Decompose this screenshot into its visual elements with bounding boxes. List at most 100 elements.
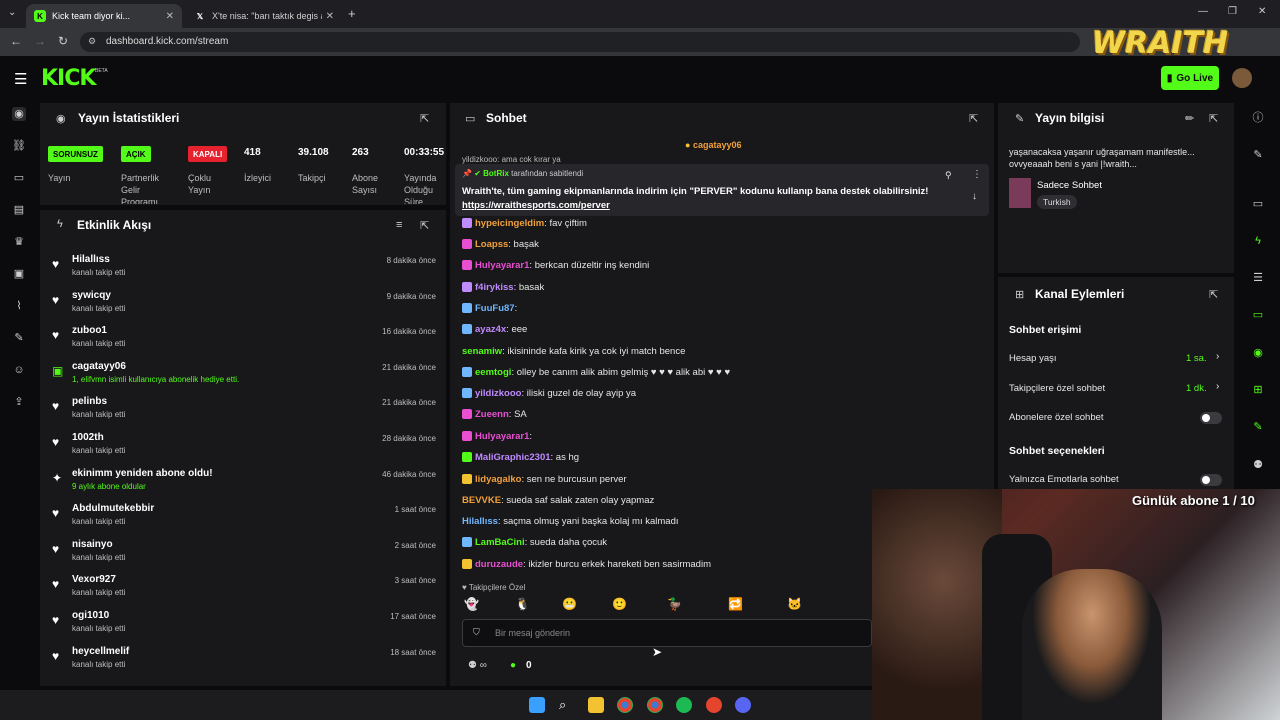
chat-username[interactable]: LamBaCini <box>475 537 525 548</box>
list-item[interactable]: ♥ pelinbs kanalı takip etti 21 dakika önce <box>52 396 442 426</box>
emote-icon[interactable]: 😬 <box>562 597 577 611</box>
site-info-icon[interactable]: ⚙ <box>88 36 96 47</box>
chat-icon[interactable]: ▭ <box>1251 308 1265 322</box>
category-name[interactable]: Sadece Sohbet <box>1037 180 1102 191</box>
new-tab-icon[interactable]: + <box>348 6 356 21</box>
list-item[interactable]: ♥ Vexor927 kanalı takip etti 3 saat önce <box>52 574 442 604</box>
popout-icon[interactable]: ⇱ <box>969 112 978 125</box>
trophy-icon[interactable]: ♛ <box>12 235 26 249</box>
reload-icon[interactable]: ↻ <box>58 34 68 48</box>
chat-username[interactable]: eemtogi <box>475 367 511 378</box>
chevron-right-icon[interactable]: › <box>1216 381 1219 392</box>
wrench-icon[interactable]: ✎ <box>12 331 26 345</box>
info-icon[interactable]: ⓘ <box>1251 111 1265 125</box>
chrome-icon[interactable] <box>647 697 663 713</box>
chat-username[interactable]: ayaz4x <box>475 324 506 335</box>
popout-icon[interactable]: ⇱ <box>1209 288 1218 301</box>
list-icon[interactable]: ☰ <box>1251 271 1265 285</box>
chart-icon[interactable]: ▤ <box>12 203 26 217</box>
popout-icon[interactable]: ⇱ <box>420 219 429 232</box>
chat-username[interactable]: Hilallıss <box>462 516 498 527</box>
chat-username[interactable]: senamiw <box>462 346 502 357</box>
tab-search-icon[interactable]: ⌄ <box>8 7 16 18</box>
account-age-value[interactable]: 1 sa. <box>1186 353 1207 364</box>
subscribers-only-toggle[interactable] <box>1200 412 1222 424</box>
minimize-icon[interactable]: — <box>1198 6 1208 17</box>
lightning-icon[interactable]: ϟ <box>1251 234 1265 248</box>
collapse-icon[interactable]: ↓ <box>972 191 977 202</box>
close-icon[interactable]: ✕ <box>166 11 174 22</box>
chat-username[interactable]: Hulyayarar1 <box>475 431 529 442</box>
emote-icon[interactable]: 🦆 <box>667 597 682 611</box>
actions-icon[interactable]: ⊞ <box>1251 383 1265 397</box>
list-item[interactable]: ♥ sywicqy kanalı takip etti 9 dakika önce <box>52 290 442 320</box>
chat-username[interactable]: Loapss <box>475 239 508 250</box>
chat-username[interactable]: MaliGraphic2301 <box>475 452 551 463</box>
search-icon[interactable]: ⌕ <box>559 697 575 713</box>
spotify-icon[interactable] <box>676 697 692 713</box>
hamburger-menu-icon[interactable]: ☰ <box>14 70 27 88</box>
chat-username[interactable]: f4irykiss <box>475 282 514 293</box>
emote-icon[interactable]: 🐱 <box>787 597 802 611</box>
chevron-right-icon[interactable]: › <box>1216 351 1219 362</box>
app-icon[interactable] <box>706 697 722 713</box>
more-options-icon[interactable]: ⋮ <box>972 169 982 180</box>
avatar[interactable] <box>1232 68 1252 88</box>
list-item[interactable]: ▣ cagatayy06 1, elifvmn isimli kullanıcıya… <box>52 361 442 391</box>
discord-icon[interactable] <box>735 697 751 713</box>
chat-username[interactable]: Hulyayarar1 <box>475 260 529 271</box>
list-item[interactable]: ♥ zuboo1 kanalı takip etti 16 dakika önce <box>52 325 442 355</box>
filter-icon[interactable]: ≡ <box>396 219 402 231</box>
chat-username[interactable]: BEVVKE <box>462 495 501 506</box>
emote-icon[interactable]: 🔁 <box>728 597 743 611</box>
wrench-icon[interactable]: ✎ <box>1251 420 1265 434</box>
tab-x[interactable]: 𝕏 X'te nisa: "barı taktık degis amk... ✕ <box>186 4 342 28</box>
popout-icon[interactable]: ⇱ <box>1209 112 1218 125</box>
upload-icon[interactable]: ⇪ <box>12 395 26 409</box>
emote-icon[interactable]: 🐧 <box>515 597 530 611</box>
users-icon[interactable]: ⚉ <box>1251 458 1265 472</box>
close-window-icon[interactable]: ✕ <box>1258 6 1266 17</box>
emote-only-toggle[interactable] <box>1200 474 1222 486</box>
url-input[interactable]: ⚙ dashboard.kick.com/stream <box>80 32 1080 52</box>
chat-input[interactable]: ⛉ Bir mesaj gönderin <box>462 619 872 647</box>
unpin-icon[interactable]: ⚲ <box>945 170 952 181</box>
tab-kick[interactable]: K Kick team diyor ki... ✕ <box>26 4 182 28</box>
kick-logo[interactable]: KICK <box>41 66 96 91</box>
chrome-icon[interactable] <box>617 697 633 713</box>
list-item[interactable]: ♥ Hilallıss kanalı takip etti 8 dakika önce <box>52 254 442 284</box>
followers-only-value[interactable]: 1 dk. <box>1186 383 1207 394</box>
window-icon[interactable]: ▭ <box>12 171 26 185</box>
list-item[interactable]: ♥ ogi1010 kanalı takip etti 17 saat önce <box>52 610 442 640</box>
pinned-link[interactable]: https://wraithesports.com/perver <box>462 200 610 211</box>
window-icon[interactable]: ▭ <box>1251 197 1265 211</box>
chat-username[interactable]: lidyagalko <box>475 474 521 485</box>
emote-icon[interactable]: 🙂 <box>612 597 627 611</box>
chat-username[interactable]: duruzaude <box>475 559 523 570</box>
emote-icon[interactable]: 👻 <box>464 597 479 611</box>
broadcast-icon[interactable]: ◉ <box>1251 346 1265 360</box>
back-icon[interactable]: ← <box>10 34 22 48</box>
list-item[interactable]: ♥ 1002th kanalı takip etti 28 dakika önce <box>52 432 442 462</box>
maximize-icon[interactable]: ❐ <box>1228 6 1237 17</box>
folder-icon[interactable] <box>588 697 604 713</box>
forward-icon[interactable]: → <box>34 34 46 48</box>
go-live-button[interactable]: ▮ Go Live <box>1161 66 1219 90</box>
users-icon[interactable]: ⚉ ∞ <box>468 660 487 671</box>
close-icon[interactable]: ✕ <box>326 11 334 22</box>
chat-username[interactable]: FuuFu87 <box>475 303 515 314</box>
link-icon[interactable]: ⛓ <box>12 139 26 153</box>
users-icon[interactable]: ☺ <box>12 363 26 377</box>
start-icon[interactable] <box>529 697 545 713</box>
chat-username[interactable]: Zueenn <box>475 409 509 420</box>
popout-icon[interactable]: ⇱ <box>420 112 429 125</box>
list-item[interactable]: ♥ nisainyo kanalı takip etti 2 saat önce <box>52 539 442 569</box>
chat-username[interactable]: yildizkooo <box>475 388 521 399</box>
edit-icon[interactable]: ✏ <box>1185 112 1194 125</box>
list-item[interactable]: ♥ heycellmelif kanalı takip etti 18 saat ön… <box>52 646 442 676</box>
list-item[interactable]: ♥ Abdulmutekebbir kanalı takip etti 1 saat … <box>52 503 442 533</box>
pencil-icon[interactable]: ✎ <box>1251 148 1265 162</box>
analytics-icon[interactable]: ⌇ <box>12 299 26 313</box>
list-item[interactable]: ✦ ekinimm yeniden abone oldu! 9 aylık abon… <box>52 468 442 498</box>
broadcast-icon[interactable]: ◉ <box>12 107 26 121</box>
